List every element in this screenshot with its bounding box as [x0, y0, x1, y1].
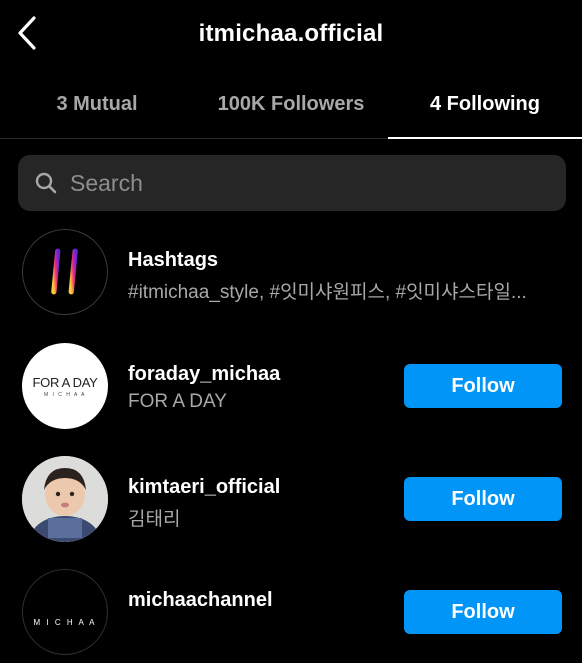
search-input[interactable]	[68, 168, 566, 198]
follow-button[interactable]: Follow	[404, 477, 562, 521]
hashtags-title: Hashtags	[128, 249, 219, 271]
list-item[interactable]: FOR A DAY M I C H A A foraday_michaa FOR…	[0, 337, 582, 437]
username[interactable]: michaachannel	[128, 589, 273, 612]
avatar: M I C H A A	[22, 569, 108, 655]
avatar-logo: FOR A DAY	[32, 374, 98, 390]
avatar: FOR A DAY M I C H A A	[22, 343, 108, 429]
hashtags-row[interactable]: Hashtags #itmichaa_style, #잇미샤원피스, #잇미샤스…	[0, 225, 582, 325]
header: itmichaa.official	[0, 0, 582, 70]
tab-followers[interactable]: 100K Followers	[194, 70, 388, 138]
hashtags-avatar	[22, 229, 108, 315]
list-item[interactable]: M I C H A A michaachannel Follow	[0, 563, 582, 663]
tab-following[interactable]: 4 Following	[388, 70, 582, 139]
avatar-logo-sub: M I C H A A	[43, 391, 87, 398]
tab-mutual[interactable]: 3 Mutual	[0, 70, 194, 138]
avatar	[22, 456, 108, 542]
search-icon	[35, 172, 57, 194]
display-name: 김태리	[128, 509, 181, 530]
page-title: itmichaa.official	[198, 20, 384, 47]
avatar-logo: M I C H A A	[33, 617, 97, 627]
display-name: FOR A DAY	[128, 391, 227, 412]
tab-bar: 3 Mutual 100K Followers 4 Following	[0, 70, 582, 139]
hashtag-icon	[41, 248, 88, 295]
search-bar[interactable]	[18, 155, 566, 211]
username[interactable]: foraday_michaa	[128, 363, 280, 386]
list-item[interactable]: kimtaeri_official 김태리 Follow	[0, 450, 582, 550]
child-photo-icon	[22, 456, 108, 542]
username[interactable]: kimtaeri_official	[128, 476, 280, 499]
follow-button[interactable]: Follow	[404, 590, 562, 634]
follow-button[interactable]: Follow	[404, 364, 562, 408]
hashtags-subtitle: #itmichaa_style, #잇미샤원피스, #잇미샤스타일...	[128, 282, 527, 303]
